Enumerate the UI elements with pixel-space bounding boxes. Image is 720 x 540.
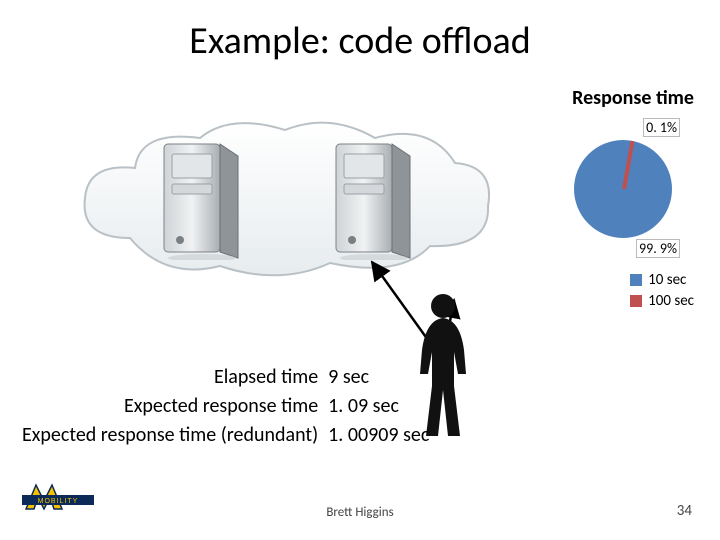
stat-val: 9 sec [328,364,437,391]
stat-row: Expected response time 1. 09 sec [22,393,437,420]
stat-val: 1. 09 sec [328,393,437,420]
page-title: Example: code offload [0,18,720,64]
legend-item: 100 sec [630,292,694,310]
legend-item: 10 sec [630,271,694,289]
stat-key: Elapsed time [22,364,326,391]
stat-key: Expected response time (redundant) [22,422,326,449]
pie-label-small: 0. 1% [643,118,680,137]
cloud-icon [70,118,500,286]
logo-text: MOBILITY [38,498,79,505]
pie-label-large: 99. 9% [636,239,680,258]
server-icon [158,138,244,260]
server-icon [330,138,416,260]
chart-title: Response time [572,86,694,110]
pie-body [574,140,672,238]
footer-author: Brett Higgins [0,505,720,520]
legend-label: 10 sec [648,271,686,289]
legend-swatch-red [630,295,642,307]
pie-chart: 0. 1% 99. 9% [564,118,682,258]
stat-val: 1. 00909 sec [328,422,437,449]
legend-label: 100 sec [648,292,694,310]
stats-block: Elapsed time 9 sec Expected response tim… [20,362,439,451]
chart-legend: 10 sec 100 sec [630,268,694,313]
page-number: 34 [677,502,692,520]
slide: Example: code offload Response time 0. 1… [0,0,720,540]
stat-row: Elapsed time 9 sec [22,364,437,391]
legend-swatch-blue [630,274,642,286]
pie-sliver [622,140,634,189]
stat-key: Expected response time [22,393,326,420]
stat-row: Expected response time (redundant) 1. 00… [22,422,437,449]
